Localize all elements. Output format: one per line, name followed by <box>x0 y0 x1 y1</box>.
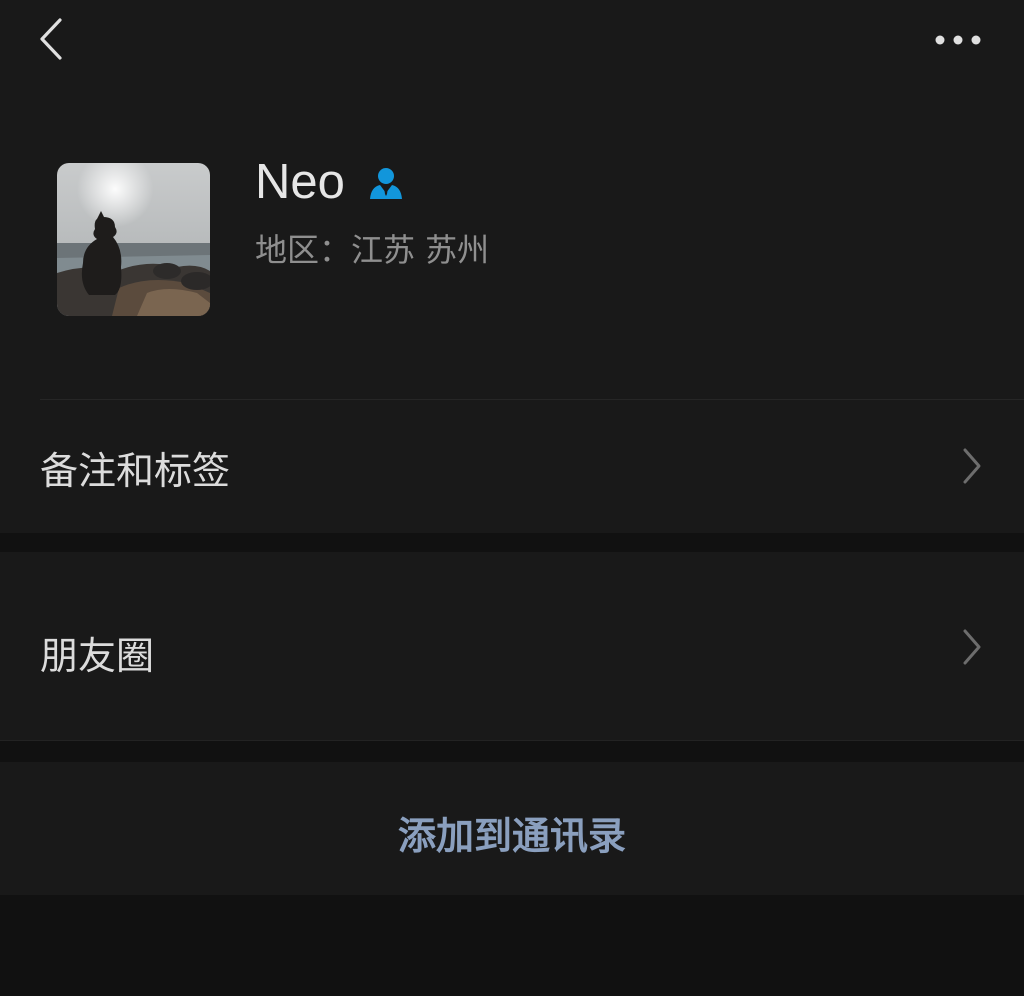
more-button[interactable] <box>926 16 990 64</box>
profile-name: Neo <box>255 155 345 209</box>
remarks-and-tags-label: 备注和标签 <box>40 449 231 493</box>
add-to-contacts-button[interactable]: 添加到通讯录 <box>0 762 1024 895</box>
region-text: 地区：江苏 苏州 <box>255 231 490 269</box>
chevron-right-icon <box>958 446 986 486</box>
contact-person-icon <box>366 163 406 203</box>
divider <box>0 740 1024 741</box>
add-to-contacts-label: 添加到通讯录 <box>397 814 626 858</box>
avatar[interactable] <box>57 163 210 316</box>
chevron-left-icon <box>40 18 62 60</box>
chevron-right-icon <box>958 627 986 667</box>
moments-label: 朋友圈 <box>40 634 155 678</box>
back-button[interactable] <box>28 14 80 66</box>
more-horizontal-icon <box>935 35 981 45</box>
